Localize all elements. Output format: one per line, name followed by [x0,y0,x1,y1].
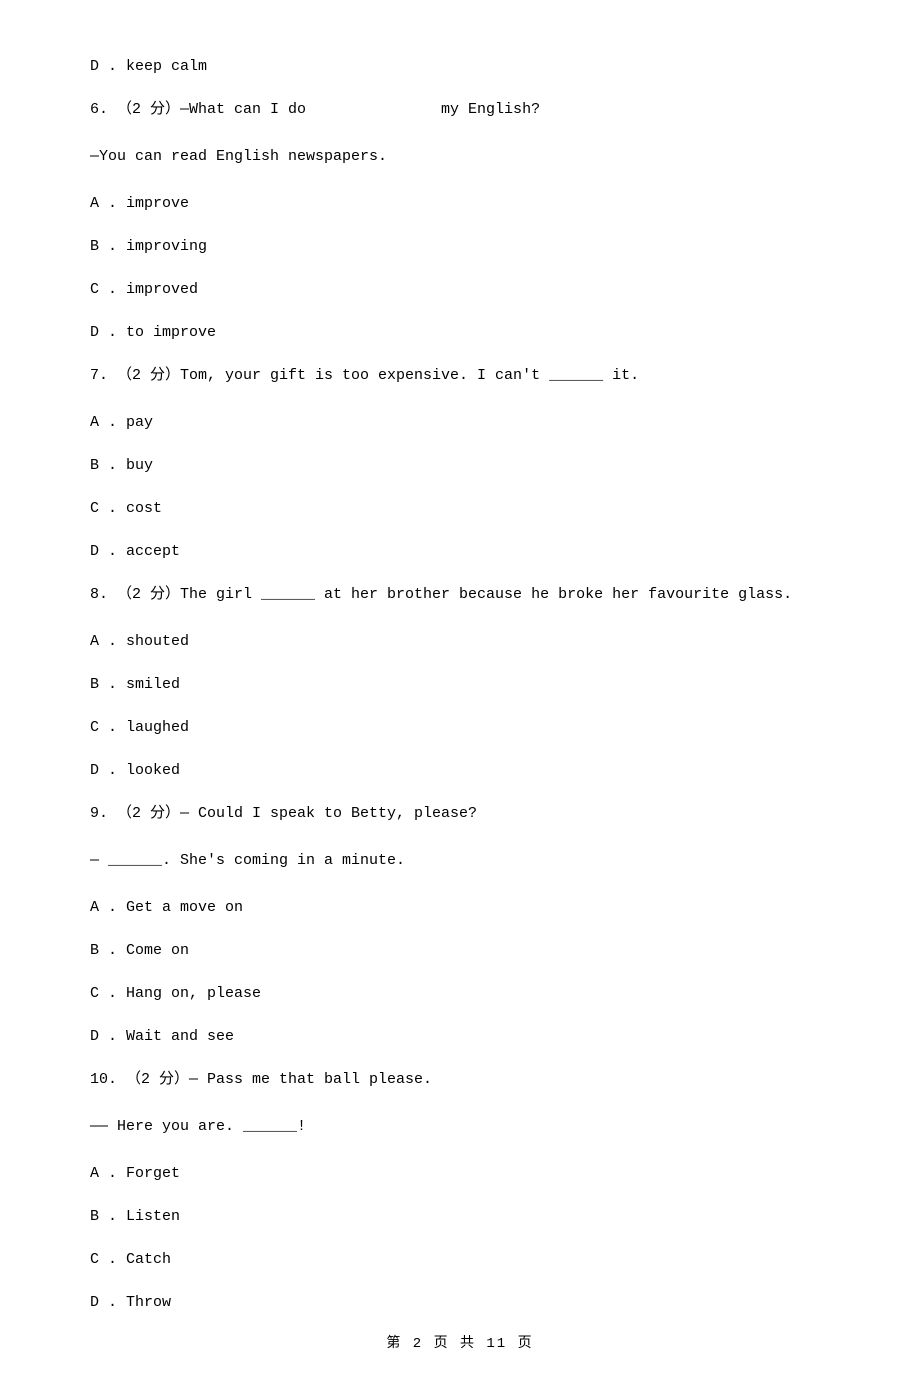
question-6-stem-line2: —You can read English newspapers. [90,146,830,167]
question-7-option-c: C . cost [90,498,830,519]
question-6-option-a: A . improve [90,193,830,214]
question-6-option-b: B . improving [90,236,830,257]
question-7-option-d: D . accept [90,541,830,562]
question-8-option-b: B . smiled [90,674,830,695]
question-10-stem: 10. （2 分）— Pass me that ball please. [90,1069,830,1090]
question-9-option-a: A . Get a move on [90,897,830,918]
question-10-option-a: A . Forget [90,1163,830,1184]
question-8-option-c: C . laughed [90,717,830,738]
page-footer: 第 2 页 共 11 页 [90,1335,830,1355]
question-7-option-b: B . buy [90,455,830,476]
question-7-stem: 7. （2 分）Tom, your gift is too expensive.… [90,365,830,386]
question-9-option-b: B . Come on [90,940,830,961]
question-10-option-d: D . Throw [90,1292,830,1313]
question-5-option-d: D . keep calm [90,56,830,77]
question-10-option-c: C . Catch [90,1249,830,1270]
question-8-option-d: D . looked [90,760,830,781]
question-6-option-c: C . improved [90,279,830,300]
question-10-stem-line2: —— Here you are. ______! [90,1116,830,1137]
question-9-stem-line2: — ______. She's coming in a minute. [90,850,830,871]
question-8-stem: 8. （2 分）The girl ______ at her brother b… [90,584,830,605]
question-9-option-d: D . Wait and see [90,1026,830,1047]
question-8-option-a: A . shouted [90,631,830,652]
question-6-option-d: D . to improve [90,322,830,343]
question-9-option-c: C . Hang on, please [90,983,830,1004]
question-6-stem: 6. （2 分）—What can I do my English? [90,99,830,120]
question-7-option-a: A . pay [90,412,830,433]
question-9-stem: 9. （2 分）— Could I speak to Betty, please… [90,803,830,824]
question-10-option-b: B . Listen [90,1206,830,1227]
